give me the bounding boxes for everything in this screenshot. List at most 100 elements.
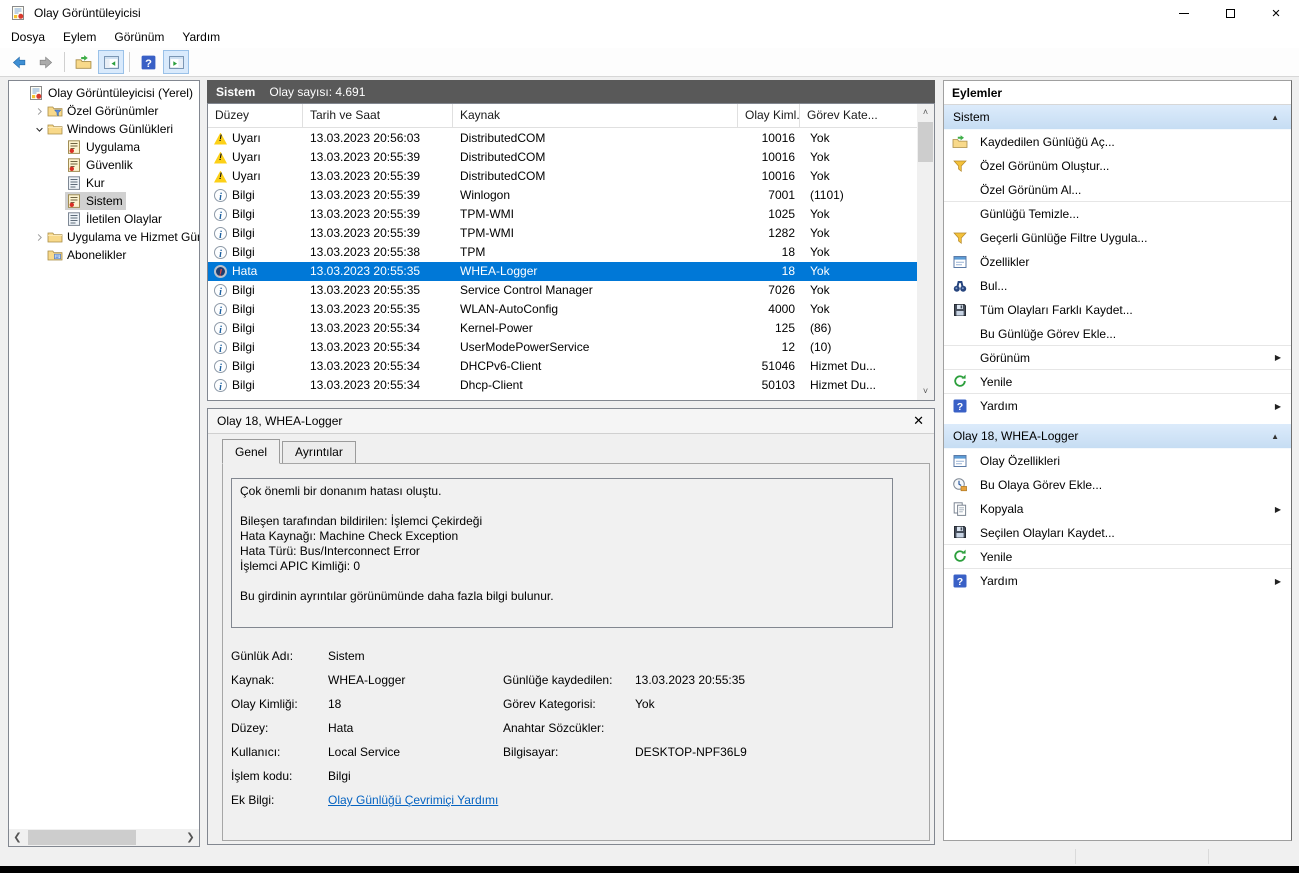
- event-list-scrollbar[interactable]: ˄ ˅: [917, 104, 934, 400]
- tab-ayrintilar[interactable]: Ayrıntılar: [282, 441, 356, 464]
- event-row[interactable]: Bilgi 13.03.2023 20:55:39 Winlogon 7001 …: [208, 186, 917, 205]
- event-row[interactable]: Hata 13.03.2023 20:55:35 WHEA-Logger 18 …: [208, 262, 917, 281]
- column-gorev[interactable]: Görev Kate...: [800, 104, 882, 127]
- tree-item[interactable]: Sistem: [9, 192, 199, 210]
- collapse-icon[interactable]: ▲: [1271, 105, 1279, 130]
- online-help-link[interactable]: Olay Günlüğü Çevrimiçi Yardımı: [328, 793, 498, 807]
- close-details-icon[interactable]: ✕: [913, 413, 924, 429]
- menu-yardim[interactable]: Yardım: [173, 27, 229, 47]
- details-title: Olay 18, WHEA-Logger: [217, 414, 343, 428]
- chevron-collapsed-icon[interactable]: [32, 230, 46, 244]
- action-item[interactable]: Özel Görünüm Oluştur... ▶: [944, 154, 1291, 178]
- tree-item[interactable]: İletilen Olaylar: [9, 210, 199, 228]
- tree-item[interactable]: Abonelikler: [9, 246, 199, 264]
- field-value: 13.03.2023 20:55:35: [635, 673, 746, 687]
- action-item[interactable]: Kopyala ▶: [944, 497, 1291, 521]
- action-item[interactable]: Geçerli Günlüğe Filtre Uygula... ▶: [944, 226, 1291, 250]
- tree-horizontal-scrollbar[interactable]: ❮ ❯: [9, 829, 199, 846]
- detail-field-row: Ek Bilgi: Olay Günlüğü Çevrimiçi Yardımı: [231, 788, 919, 812]
- level-icon: [214, 207, 227, 224]
- field-label: Kullanıcı:: [231, 745, 281, 759]
- tree-item[interactable]: Güvenlik: [9, 156, 199, 174]
- titlebar: Olay Görüntüleyicisi ×: [0, 0, 1299, 26]
- scrollbar-thumb[interactable]: [918, 122, 933, 162]
- export-log-icon[interactable]: [70, 50, 96, 74]
- actions-section-olay[interactable]: Olay 18, WHEA-Logger ▲: [944, 424, 1291, 449]
- scroll-up-icon[interactable]: ˄: [917, 104, 934, 121]
- action-item[interactable]: Bu Günlüğe Görev Ekle... ▶: [944, 322, 1291, 346]
- scroll-down-icon[interactable]: ˅: [917, 383, 934, 400]
- action-item[interactable]: Yenile ▶: [944, 370, 1291, 394]
- action-item[interactable]: Tüm Olayları Farklı Kaydet... ▶: [944, 298, 1291, 322]
- event-row[interactable]: Bilgi 13.03.2023 20:55:39 TPM-WMI 1282 Y…: [208, 224, 917, 243]
- help-icon[interactable]: ?: [135, 50, 161, 74]
- chevron-collapsed-icon[interactable]: [32, 104, 46, 118]
- collapse-icon[interactable]: ▲: [1271, 424, 1279, 449]
- back-arrow-icon[interactable]: [5, 50, 31, 74]
- action-item[interactable]: Özel Görünüm Al... ▶: [944, 178, 1291, 202]
- column-tarih[interactable]: Tarih ve Saat: [303, 104, 453, 127]
- level-icon: [214, 340, 227, 357]
- chevron-expanded-icon[interactable]: [32, 122, 46, 136]
- event-row[interactable]: Uyarı 13.03.2023 20:56:03 DistributedCOM…: [208, 129, 917, 148]
- close-button[interactable]: ×: [1253, 0, 1299, 26]
- scroll-left-icon[interactable]: ❮: [9, 829, 26, 846]
- maximize-button[interactable]: [1207, 0, 1253, 26]
- event-row[interactable]: Bilgi 13.03.2023 20:55:34 DHCPv6-Client …: [208, 357, 917, 376]
- event-row[interactable]: Bilgi 13.03.2023 20:55:34 Kernel-Power 1…: [208, 319, 917, 338]
- event-row[interactable]: Bilgi 13.03.2023 20:55:34 Dhcp-Client 50…: [208, 376, 917, 395]
- actions-section-sistem[interactable]: Sistem ▲: [944, 105, 1291, 130]
- scroll-right-icon[interactable]: ❯: [182, 829, 199, 846]
- actions-header: Eylemler: [944, 81, 1291, 105]
- field-value: Bilgi: [328, 769, 351, 783]
- tab-genel[interactable]: Genel: [222, 439, 281, 464]
- menu-dosya[interactable]: Dosya: [2, 27, 54, 47]
- action-item[interactable]: Kaydedilen Günlüğü Aç... ▶: [944, 130, 1291, 154]
- event-viewer-icon: [28, 85, 44, 101]
- event-row[interactable]: Uyarı 13.03.2023 20:55:39 DistributedCOM…: [208, 148, 917, 167]
- help-icon: ?: [952, 573, 969, 590]
- tree-item[interactable]: Uygulama ve Hizmet Günlük: [9, 228, 199, 246]
- tree-item[interactable]: Kur: [9, 174, 199, 192]
- action-item[interactable]: ? Yardım ▶: [944, 569, 1291, 593]
- svg-text:?: ?: [145, 57, 152, 69]
- column-duzey[interactable]: Düzey: [208, 104, 303, 127]
- action-item[interactable]: Günlüğü Temizle... ▶: [944, 202, 1291, 226]
- tree-item[interactable]: Olay Görüntüleyicisi (Yerel): [9, 84, 199, 102]
- forward-arrow-icon[interactable]: [33, 50, 59, 74]
- menu-eylem[interactable]: Eylem: [54, 27, 105, 47]
- action-item[interactable]: ? Yardım ▶: [944, 394, 1291, 418]
- action-item[interactable]: Özellikler ▶: [944, 250, 1291, 274]
- scrollbar-thumb[interactable]: [28, 830, 136, 845]
- event-row[interactable]: Bilgi 13.03.2023 20:55:39 TPM-WMI 1025 Y…: [208, 205, 917, 224]
- column-kaynak[interactable]: Kaynak: [453, 104, 738, 127]
- event-row[interactable]: Bilgi 13.03.2023 20:55:35 Service Contro…: [208, 281, 917, 300]
- console-tree-pane: Olay Görüntüleyicisi (Yerel) Özel Görünü…: [8, 80, 200, 847]
- action-item[interactable]: Görünüm ▶: [944, 346, 1291, 370]
- tree-item[interactable]: Özel Görünümler: [9, 102, 199, 120]
- action-pane-toggle-icon[interactable]: [163, 50, 189, 74]
- submenu-arrow-icon: ▶: [1274, 401, 1281, 411]
- tree-item[interactable]: Windows Günlükleri: [9, 120, 199, 138]
- app-icon: [10, 5, 26, 21]
- detail-field-row: Düzey: Hata Anahtar Sözcükler:: [231, 716, 919, 740]
- minimize-button[interactable]: [1161, 0, 1207, 26]
- level-icon: [214, 302, 227, 319]
- action-item[interactable]: Seçilen Olayları Kaydet... ▶: [944, 521, 1291, 545]
- event-row[interactable]: Bilgi 13.03.2023 20:55:38 TPM 18 Yok: [208, 243, 917, 262]
- column-olay-kimligi[interactable]: Olay Kiml...: [738, 104, 800, 127]
- menu-gorunum[interactable]: Görünüm: [105, 27, 173, 47]
- action-item[interactable]: Olay Özellikleri ▶: [944, 449, 1291, 473]
- event-row[interactable]: Uyarı 13.03.2023 20:55:39 DistributedCOM…: [208, 167, 917, 186]
- level-icon: [214, 321, 227, 338]
- event-row[interactable]: Bilgi 13.03.2023 20:55:34 UserModePowerS…: [208, 338, 917, 357]
- tree-item[interactable]: Uygulama: [9, 138, 199, 156]
- details-content: Çok önemli bir donanım hatası oluştu. Bi…: [222, 463, 930, 841]
- console-tree-toggle-icon[interactable]: [98, 50, 124, 74]
- find-icon: [952, 278, 969, 295]
- copy-icon: [952, 501, 969, 518]
- action-item[interactable]: Yenile ▶: [944, 545, 1291, 569]
- action-item[interactable]: Bul... ▶: [944, 274, 1291, 298]
- action-item[interactable]: Bu Olaya Görev Ekle... ▶: [944, 473, 1291, 497]
- event-row[interactable]: Bilgi 13.03.2023 20:55:35 WLAN-AutoConfi…: [208, 300, 917, 319]
